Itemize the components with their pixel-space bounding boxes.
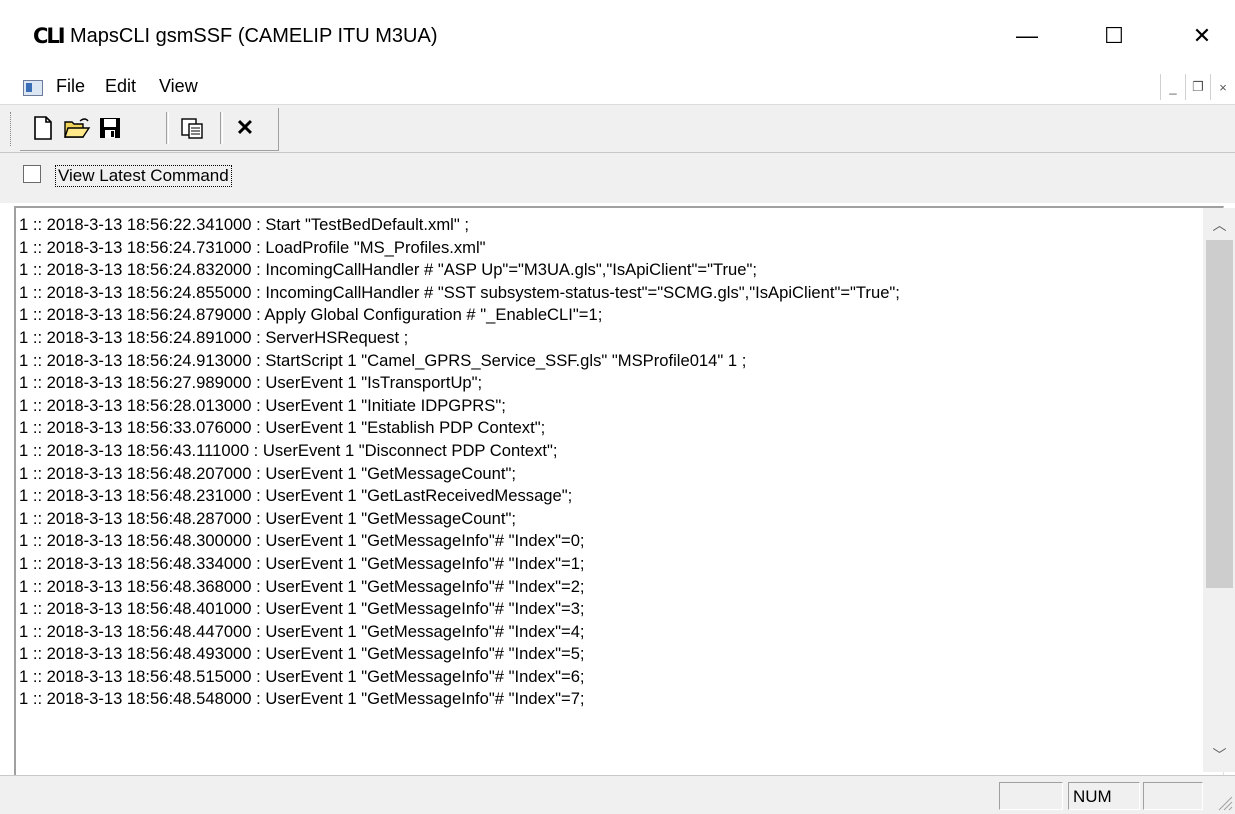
document-icon[interactable] bbox=[23, 80, 43, 96]
toolbar-separator bbox=[166, 112, 169, 144]
mdi-restore-icon: ❐ bbox=[1192, 79, 1204, 94]
status-num-indicator: NUM bbox=[1068, 782, 1140, 810]
scroll-up-button[interactable]: ︿ bbox=[1203, 210, 1235, 240]
maximize-button[interactable]: ☐ bbox=[1082, 0, 1146, 72]
log-line: 1 :: 2018-3-13 18:56:24.832000 : Incomin… bbox=[19, 260, 758, 280]
log-line: 1 :: 2018-3-13 18:56:48.447000 : UserEve… bbox=[19, 621, 585, 641]
log-line: 1 :: 2018-3-13 18:56:48.548000 : UserEve… bbox=[19, 689, 585, 709]
maximize-icon: ☐ bbox=[1104, 23, 1124, 48]
mdi-close-icon: × bbox=[1219, 79, 1227, 95]
log-line: 1 :: 2018-3-13 18:56:48.493000 : UserEve… bbox=[19, 644, 585, 664]
close-button[interactable]: ✕ bbox=[1170, 0, 1234, 72]
new-icon bbox=[34, 116, 52, 140]
menu-file[interactable]: File bbox=[56, 76, 85, 97]
log-line: 1 :: 2018-3-13 18:56:24.913000 : StartSc… bbox=[19, 350, 747, 370]
log-line: 1 :: 2018-3-13 18:56:28.013000 : UserEve… bbox=[19, 395, 506, 415]
scroll-thumb[interactable] bbox=[1206, 240, 1233, 588]
save-button[interactable] bbox=[95, 112, 125, 144]
vertical-scrollbar[interactable]: ︿ ﹀ bbox=[1203, 208, 1235, 772]
mdi-restore-button[interactable]: ❐ bbox=[1185, 74, 1210, 100]
mdi-close-button[interactable]: × bbox=[1210, 74, 1235, 100]
log-view[interactable]: 1 :: 2018-3-13 18:56:22.341000 : Start "… bbox=[14, 206, 1224, 776]
log-line: 1 :: 2018-3-13 18:56:48.368000 : UserEve… bbox=[19, 576, 585, 596]
log-lines: 1 :: 2018-3-13 18:56:22.341000 : Start "… bbox=[19, 214, 1201, 711]
status-panel-blank-2 bbox=[1143, 782, 1203, 810]
log-line: 1 :: 2018-3-13 18:56:27.989000 : UserEve… bbox=[19, 373, 483, 393]
view-latest-label[interactable]: View Latest Command bbox=[55, 165, 232, 187]
chevron-down-icon: ﹀ bbox=[1212, 747, 1227, 763]
log-line: 1 :: 2018-3-13 18:56:43.111000 : UserEve… bbox=[19, 440, 558, 460]
log-line: 1 :: 2018-3-13 18:56:24.879000 : Apply G… bbox=[19, 305, 603, 325]
log-line: 1 :: 2018-3-13 18:56:24.855000 : Incomin… bbox=[19, 282, 900, 302]
menu-view[interactable]: View bbox=[159, 76, 198, 97]
minimize-button[interactable]: — bbox=[995, 0, 1059, 72]
log-line: 1 :: 2018-3-13 18:56:48.207000 : UserEve… bbox=[19, 463, 517, 483]
new-button[interactable] bbox=[28, 112, 58, 144]
mdi-controls: _ ❐ × bbox=[1160, 74, 1235, 100]
window-title: MapsCLI gsmSSF (CAMELIP ITU M3UA) bbox=[70, 25, 438, 47]
menu-edit[interactable]: Edit bbox=[105, 76, 136, 97]
copy-button[interactable] bbox=[177, 112, 207, 144]
log-line: 1 :: 2018-3-13 18:56:24.891000 : ServerH… bbox=[19, 327, 409, 347]
scroll-down-button[interactable]: ﹀ bbox=[1203, 740, 1235, 770]
log-line: 1 :: 2018-3-13 18:56:48.401000 : UserEve… bbox=[19, 599, 585, 619]
open-icon bbox=[64, 118, 91, 138]
log-line: 1 :: 2018-3-13 18:56:48.231000 : UserEve… bbox=[19, 486, 573, 506]
resize-grip-icon[interactable] bbox=[1215, 793, 1233, 811]
status-panel-blank bbox=[999, 782, 1063, 810]
app-icon: CLI bbox=[33, 24, 66, 48]
log-line: 1 :: 2018-3-13 18:56:48.515000 : UserEve… bbox=[19, 666, 585, 686]
copy-icon bbox=[181, 118, 203, 139]
minimize-icon: — bbox=[1016, 23, 1038, 48]
mdi-minimize-button[interactable]: _ bbox=[1160, 74, 1185, 100]
open-button[interactable] bbox=[62, 112, 92, 144]
save-icon bbox=[100, 118, 120, 138]
log-line: 1 :: 2018-3-13 18:56:48.334000 : UserEve… bbox=[19, 553, 585, 573]
close-icon: ✕ bbox=[1192, 23, 1212, 48]
delete-icon: ✕ bbox=[235, 115, 255, 140]
log-line: 1 :: 2018-3-13 18:56:24.731000 : LoadPro… bbox=[19, 237, 486, 257]
chevron-up-icon: ︿ bbox=[1212, 217, 1227, 233]
toolbar-separator bbox=[220, 112, 223, 144]
log-line: 1 :: 2018-3-13 18:56:48.300000 : UserEve… bbox=[19, 531, 585, 551]
log-line: 1 :: 2018-3-13 18:56:33.076000 : UserEve… bbox=[19, 418, 546, 438]
log-line: 1 :: 2018-3-13 18:56:48.287000 : UserEve… bbox=[19, 508, 517, 528]
view-latest-checkbox[interactable] bbox=[23, 165, 41, 183]
delete-button[interactable]: ✕ bbox=[230, 112, 260, 144]
mdi-minimize-icon: _ bbox=[1169, 79, 1177, 95]
log-line: 1 :: 2018-3-13 18:56:22.341000 : Start "… bbox=[19, 215, 469, 234]
toolbar-gripper[interactable] bbox=[10, 112, 14, 146]
